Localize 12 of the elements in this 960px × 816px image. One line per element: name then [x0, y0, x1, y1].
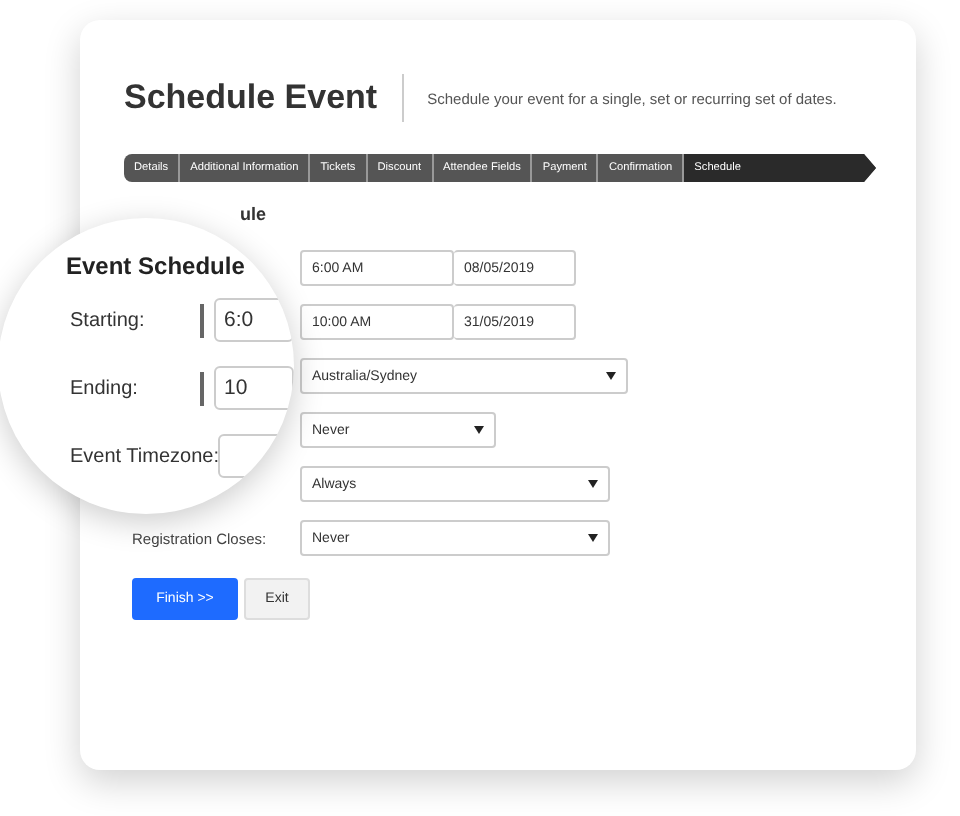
input-field[interactable]: 10: [214, 366, 294, 410]
caret-icon: [606, 372, 616, 380]
caret-icon: [474, 426, 484, 434]
caret-icon: [588, 534, 598, 542]
input-field[interactable]: 6:0: [214, 298, 294, 342]
page-title: Schedule Event: [124, 74, 404, 122]
field-label: Event Timezone:: [70, 445, 218, 467]
caret-icon: [588, 480, 598, 488]
section-heading: Event Schedule: [66, 251, 245, 279]
section-heading: ule: [238, 204, 269, 228]
field-label: Ending:: [70, 377, 140, 399]
field-label: Starting:: [70, 309, 147, 331]
